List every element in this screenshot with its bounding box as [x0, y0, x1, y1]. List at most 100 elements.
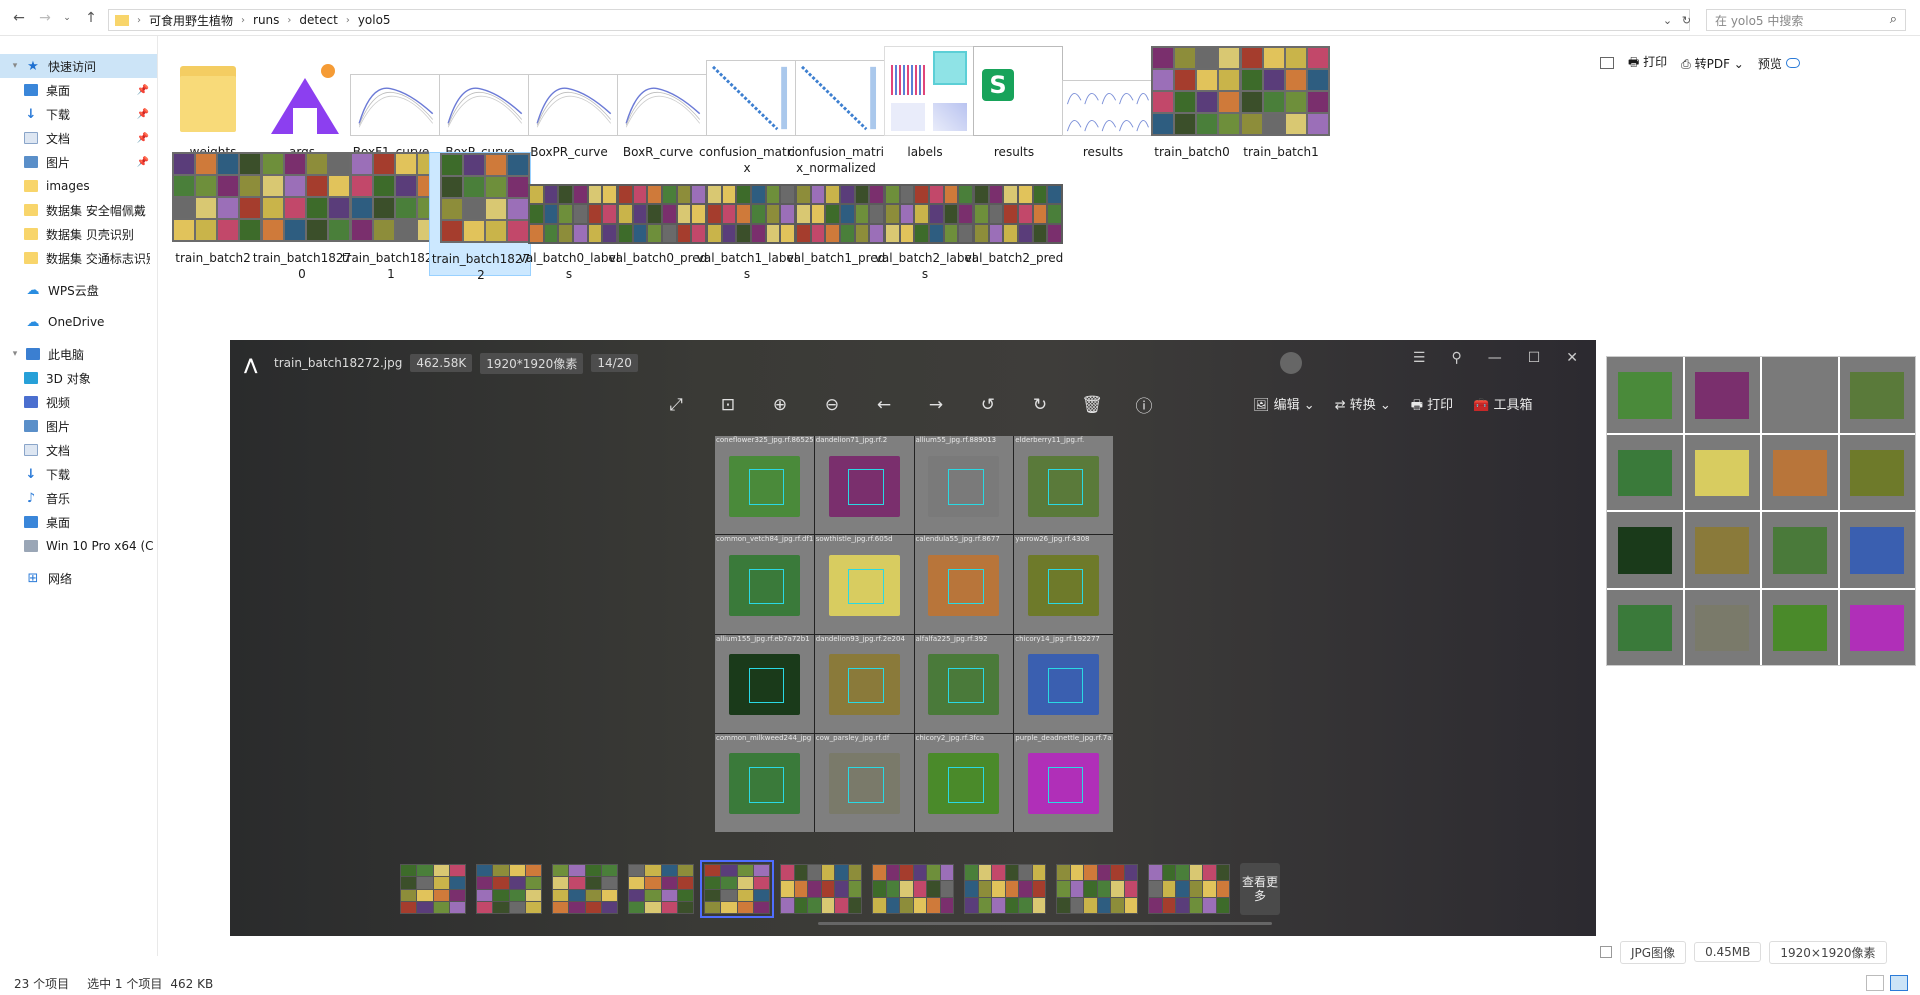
large-icons-view-icon[interactable] — [1890, 975, 1908, 991]
sidebar-item-videos[interactable]: 视频 — [0, 390, 157, 414]
forward-arrow-icon[interactable]: → — [34, 7, 56, 29]
strip-thumbnail[interactable] — [400, 864, 466, 914]
preview-label: 预览 — [1757, 56, 1782, 71]
address-bar[interactable]: › 可食用野生植物 › runs › detect › yolo5 — [108, 9, 1690, 31]
file-item[interactable]: train_batch18270 — [251, 152, 353, 281]
maximize-icon[interactable]: ☐ — [1528, 350, 1541, 366]
sidebar-item-network[interactable]: ⊞ 网络 — [0, 566, 157, 590]
strip-thumbnail[interactable] — [964, 864, 1046, 914]
rotate-left-icon[interactable]: ↺ — [972, 395, 1004, 415]
preview-cell — [1839, 512, 1915, 588]
file-item[interactable]: train_batch18272 — [429, 152, 531, 282]
cell-label: dandelion71_jpg.rf.2 — [815, 436, 888, 444]
sidebar-item-pictures[interactable]: 图片 📌 — [0, 150, 157, 174]
zoom-in-icon[interactable]: ⊕ — [764, 395, 796, 415]
strip-thumbnail[interactable] — [700, 860, 774, 918]
strip-scrollbar[interactable] — [818, 922, 1272, 925]
sidebar-item-3d-objects[interactable]: 3D 对象 — [0, 366, 157, 390]
dropdown-chevron-icon[interactable]: ⌄ — [1663, 14, 1672, 27]
file-name: val_batch0_labels — [518, 251, 620, 281]
sidebar-item-desktop-pc[interactable]: 桌面 — [0, 510, 157, 534]
breadcrumb-1[interactable]: runs — [253, 13, 279, 27]
file-item[interactable]: val_batch2_pred — [963, 152, 1065, 276]
sidebar-item-downloads-pc[interactable]: ↓ 下载 — [0, 462, 157, 486]
minimize-icon[interactable]: — — [1488, 350, 1502, 366]
panel-toggle-icon[interactable] — [1600, 57, 1614, 69]
breadcrumb-3[interactable]: yolo5 — [358, 13, 391, 27]
flower-photo — [1695, 527, 1750, 574]
preview-cell — [1839, 589, 1915, 665]
file-item[interactable]: val_batch1_pred — [785, 152, 887, 276]
file-item[interactable]: val_batch0_pred — [607, 152, 709, 276]
viewer-image[interactable]: coneflower325_jpg.rf.86525 dandelion71_jp… — [715, 436, 1113, 832]
chart-thumbnail — [350, 74, 440, 136]
strip-thumbnail[interactable] — [1056, 864, 1138, 914]
file-item[interactable]: train_batch2 — [162, 152, 264, 276]
zoom-out-icon[interactable]: ⊖ — [816, 395, 848, 415]
up-arrow-icon[interactable]: ↑ — [80, 7, 102, 29]
collapse-arrow-icon[interactable]: ▾ — [8, 61, 22, 71]
strip-thumbnail[interactable] — [1148, 864, 1230, 914]
strip-thumbnail[interactable] — [552, 864, 618, 914]
search-input[interactable]: 在 yolo5 中搜索 ⌕ — [1706, 9, 1906, 31]
file-item[interactable]: train_batch18271 — [340, 152, 442, 281]
print-button[interactable]: 🖶 打印 — [1411, 394, 1453, 418]
toolbox-button[interactable]: 🧰 工具箱 — [1473, 394, 1532, 418]
convert-button[interactable]: ⇄ 转换 ⌄ — [1335, 394, 1391, 418]
print-button[interactable]: 🖶 打印 — [1628, 53, 1667, 74]
history-chevron-icon[interactable]: ⌄ — [56, 7, 78, 29]
sidebar-item-pictures-pc[interactable]: 图片 — [0, 414, 157, 438]
avatar[interactable] — [1280, 352, 1302, 374]
menu-icon[interactable]: ☰ — [1413, 350, 1426, 366]
refresh-icon[interactable]: ↻ — [1682, 14, 1691, 27]
image-thumbnail — [172, 152, 262, 242]
sidebar-item-documents[interactable]: 文档 📌 — [0, 126, 157, 150]
breadcrumb-0[interactable]: 可食用野生植物 — [149, 12, 233, 29]
sidebar-item-this-pc[interactable]: ▾ 此电脑 — [0, 342, 157, 366]
file-item[interactable]: val_batch2_labels — [874, 152, 976, 281]
sidebar-item-images[interactable]: images — [0, 174, 157, 198]
flower-photo — [1695, 449, 1750, 497]
file-item[interactable]: train_batch1 — [1230, 46, 1332, 170]
strip-thumbnail[interactable] — [872, 864, 954, 914]
sidebar-item-dataset-shell[interactable]: 数据集 贝壳识别 — [0, 222, 157, 246]
sidebar-item-music[interactable]: ♪ 音乐 — [0, 486, 157, 510]
sidebar-item-quick-access[interactable]: ▾ ★ 快速访问 — [0, 54, 157, 78]
sidebar-item-onedrive[interactable]: ☁ OneDrive — [0, 310, 157, 334]
edit-button[interactable]: 🖼 编辑 ⌄ — [1253, 394, 1315, 418]
strip-thumbnail[interactable] — [476, 864, 542, 914]
pin-icon[interactable]: ⚲ — [1451, 350, 1461, 366]
strip-thumbnail[interactable] — [780, 864, 862, 914]
sidebar-item-dataset-traffic[interactable]: 数据集 交通标志识别 — [0, 246, 157, 270]
breadcrumb-2[interactable]: detect — [299, 13, 337, 27]
file-item[interactable]: val_batch0_labels — [518, 152, 620, 281]
strip-thumbnail[interactable] — [628, 864, 694, 914]
details-view-icon[interactable] — [1866, 975, 1884, 991]
fullscreen-icon[interactable]: ⤢ — [660, 395, 692, 415]
sidebar-item-documents-pc[interactable]: 文档 — [0, 438, 157, 462]
next-arrow-icon[interactable]: → — [920, 395, 952, 415]
file-item[interactable]: train_batch0 — [1141, 46, 1243, 170]
bounding-box — [748, 469, 785, 505]
file-item[interactable]: results — [1052, 46, 1154, 170]
close-icon[interactable]: ✕ — [1566, 350, 1578, 366]
sidebar-item-label: 音乐 — [46, 491, 71, 506]
rotate-right-icon[interactable]: ↻ — [1024, 395, 1056, 415]
actual-size-icon[interactable]: ⊡ — [712, 395, 744, 415]
collapse-arrow-icon[interactable]: ▾ — [8, 349, 22, 359]
file-item[interactable]: val_batch1_labels — [696, 152, 798, 281]
previous-arrow-icon[interactable]: ← — [868, 395, 900, 415]
3d-object-icon — [24, 372, 38, 384]
sidebar-item-dataset-helmet[interactable]: 数据集 安全帽佩戴 — [0, 198, 157, 222]
info-icon[interactable]: ⓘ — [1128, 392, 1160, 417]
preview-toggle[interactable]: 预览 — [1758, 55, 1800, 72]
view-more-button[interactable]: 查看更多 — [1240, 863, 1280, 915]
folder-icon — [24, 252, 38, 264]
sidebar-item-drive-c[interactable]: Win 10 Pro x64 (C — [0, 534, 157, 558]
delete-icon[interactable]: 🗑 — [1076, 395, 1108, 415]
sidebar-item-desktop[interactable]: 桌面 📌 — [0, 78, 157, 102]
to-pdf-button[interactable]: ⎙ 转PDF ⌄ — [1681, 55, 1744, 72]
back-arrow-icon[interactable]: ← — [8, 7, 30, 29]
sidebar-item-downloads[interactable]: ↓ 下载 📌 — [0, 102, 157, 126]
sidebar-item-wps-cloud[interactable]: ☁ WPS云盘 — [0, 278, 157, 302]
